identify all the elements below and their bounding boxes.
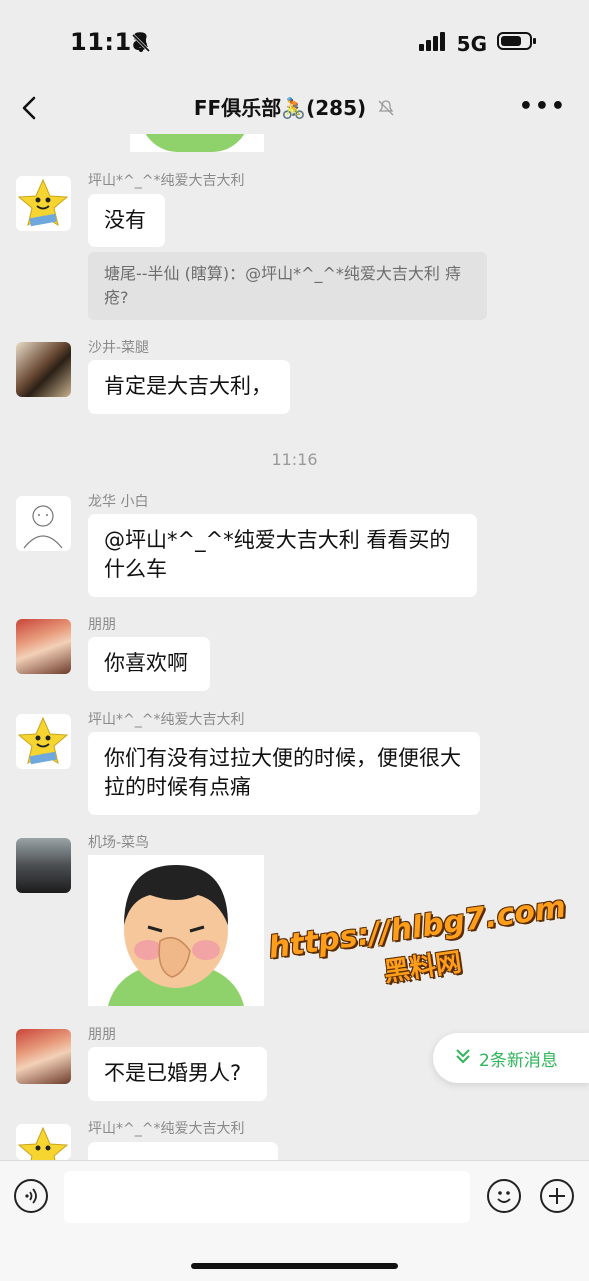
- chat-header: FF俱乐部🚴(285) •••: [0, 88, 589, 134]
- sender-name: 坪山*^_^*纯爱大吉大利: [88, 173, 245, 189]
- message-bubble[interactable]: 你喜欢啊: [88, 637, 210, 691]
- bell-muted-icon: [130, 32, 152, 58]
- new-messages-label: 2条新消息: [479, 1050, 558, 1071]
- sender-name: 沙井-菜腿: [88, 340, 150, 356]
- sticker-partial-top: [130, 134, 264, 152]
- avatar-photo[interactable]: [16, 342, 71, 397]
- status-bar: 11:18 5G: [0, 0, 589, 88]
- sender-name: 坪山*^_^*纯爱大吉大利: [88, 1121, 245, 1137]
- sender-name: 朋朋: [88, 1027, 116, 1043]
- message-bubble[interactable]: @坪山*^_^*纯爱大吉大利 看看买的什么车: [88, 514, 477, 597]
- status-right: 5G: [418, 31, 537, 56]
- message-bubble[interactable]: 不是已婚男人?: [88, 1047, 267, 1101]
- voice-input-icon[interactable]: [14, 1179, 48, 1213]
- more-options-icon[interactable]: •••: [519, 94, 567, 119]
- sender-name: 机场-菜鸟: [88, 835, 150, 851]
- timestamp-separator: 11:16: [271, 450, 318, 469]
- home-indicator: [191, 1263, 398, 1269]
- avatar-sketch[interactable]: [16, 496, 71, 551]
- network-label: 5G: [456, 31, 487, 56]
- sticker-image[interactable]: [88, 855, 264, 1006]
- input-bar: [0, 1160, 589, 1281]
- avatar-star[interactable]: [16, 1124, 71, 1160]
- chat-title[interactable]: FF俱乐部🚴(285): [194, 96, 366, 120]
- double-chevron-down-icon: [455, 1047, 471, 1070]
- quote-reply[interactable]: 塘尾--半仙 (瞎算)：@坪山*^_^*纯爱大吉大利 痔疮?: [88, 252, 487, 320]
- sender-name: 龙华 小白: [88, 494, 149, 510]
- emoji-icon[interactable]: [487, 1179, 521, 1213]
- avatar-photo[interactable]: [16, 838, 71, 893]
- message-bubble-partial[interactable]: [88, 1142, 278, 1160]
- new-messages-pill[interactable]: 2条新消息: [433, 1033, 589, 1083]
- watermark: https://hlbg7.com 黑料网: [266, 889, 573, 1004]
- message-bubble[interactable]: 肯定是大吉大利，: [88, 360, 290, 414]
- sender-name: 朋朋: [88, 617, 116, 633]
- avatar-photo[interactable]: [16, 619, 71, 674]
- sender-name: 坪山*^_^*纯爱大吉大利: [88, 712, 245, 728]
- mute-bell-icon: [377, 98, 395, 122]
- avatar-star[interactable]: [16, 176, 71, 231]
- message-input[interactable]: [64, 1171, 470, 1223]
- avatar-photo[interactable]: [16, 1029, 71, 1084]
- message-bubble[interactable]: 你们有没有过拉大便的时候，便便很大拉的时候有点痛: [88, 732, 480, 815]
- signal-icon: [418, 31, 447, 56]
- message-bubble[interactable]: 没有: [88, 194, 165, 247]
- battery-icon: [497, 31, 537, 56]
- chat-title-wrap: FF俱乐部🚴(285): [0, 92, 589, 122]
- avatar-star[interactable]: [16, 714, 71, 769]
- add-plus-icon[interactable]: [540, 1179, 574, 1213]
